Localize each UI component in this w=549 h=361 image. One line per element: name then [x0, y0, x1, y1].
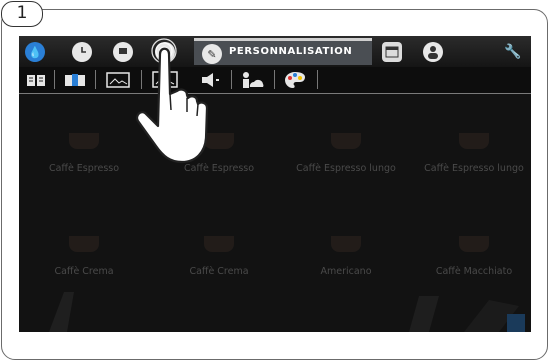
product-tile[interactable]: Caffè Crema	[24, 236, 144, 277]
product-tile[interactable]: Caffè Espresso lungo	[414, 133, 531, 174]
top-menu-bar: 💧 i ✎ PERSONNALISATION 🔧	[19, 36, 531, 67]
cup-icon	[459, 133, 489, 149]
product-tile[interactable]: Caffè Crema	[159, 236, 279, 277]
product-label: Caffè Espresso lungo	[296, 163, 396, 174]
product-tile[interactable]: Caffè Espresso lungo	[286, 133, 406, 174]
submenu-divider	[54, 70, 55, 89]
cup-icon	[331, 133, 361, 149]
product-label: Caffè Espresso lungo	[424, 163, 524, 174]
user-cloud-icon[interactable]	[239, 70, 265, 89]
submenu-divider	[231, 70, 232, 89]
book-blue-icon[interactable]	[63, 70, 87, 89]
cup-icon	[331, 236, 361, 252]
cup-icon	[69, 236, 99, 252]
product-label: Caffè Crema	[54, 266, 114, 277]
water-drop-icon[interactable]: 💧	[25, 42, 45, 62]
submenu-divider	[317, 70, 318, 89]
pointing-hand-icon	[136, 38, 209, 164]
submenu-divider	[274, 70, 275, 89]
user-icon[interactable]	[423, 42, 443, 62]
calendar-icon[interactable]	[382, 42, 402, 62]
product-tile[interactable]: Americano	[286, 236, 406, 277]
product-label: Caffè Espresso	[48, 163, 120, 174]
product-label: Caffè Crema	[189, 266, 249, 277]
submenu-divider	[95, 70, 96, 89]
product-tile[interactable]: Caffè Macchiato	[414, 236, 531, 277]
cup-icon	[459, 236, 489, 252]
book-icon[interactable]	[25, 70, 47, 89]
decorative-glassware	[49, 292, 525, 332]
personalisation-submenu	[19, 67, 531, 94]
tab-personnalisation[interactable]: ✎ PERSONNALISATION	[194, 38, 372, 65]
cup-icon	[204, 236, 234, 252]
tab-personnalisation-label: PERSONNALISATION	[229, 46, 353, 57]
machine-display: 💧 i ✎ PERSONNALISATION 🔧	[19, 36, 531, 332]
palette-icon[interactable]	[283, 70, 307, 89]
product-tile[interactable]: Caffè Espresso	[24, 133, 144, 174]
product-label: Americano	[320, 266, 372, 277]
wrench-icon[interactable]: 🔧	[503, 42, 523, 62]
picture-icon[interactable]	[105, 70, 131, 89]
clock-icon[interactable]	[72, 42, 92, 62]
step-number-badge: 1	[1, 1, 43, 27]
cup-icon	[69, 133, 99, 149]
product-label: Caffè Macchiato	[435, 266, 513, 277]
